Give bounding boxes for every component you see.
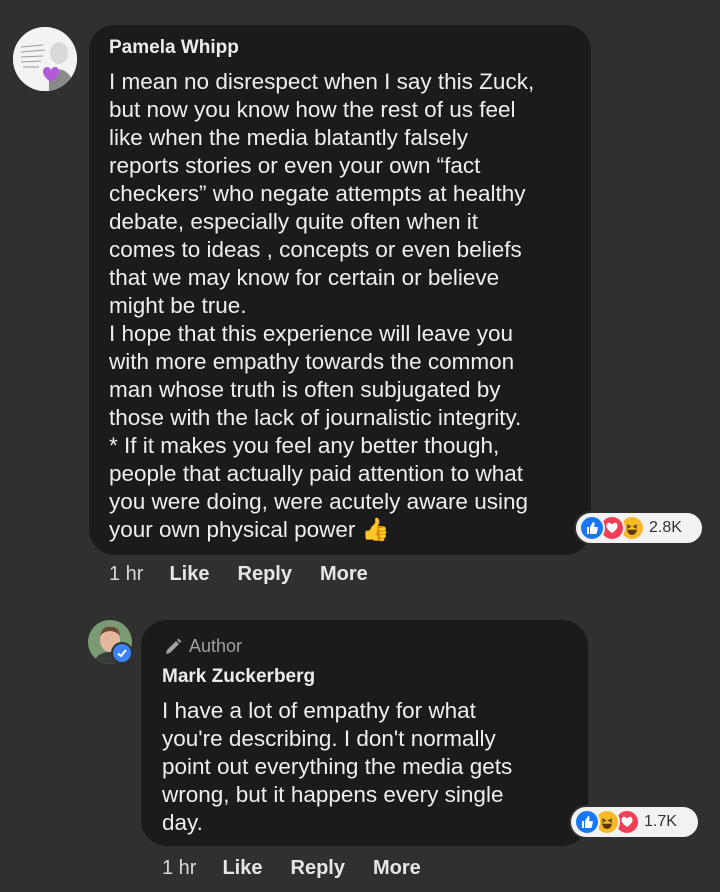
avatar-mark[interactable] <box>88 620 133 664</box>
reaction-summary[interactable]: 2.8K <box>574 511 704 545</box>
more-button[interactable]: More <box>320 563 368 586</box>
comment-actions: 1 hr Like Reply More <box>109 563 396 586</box>
comment-author-name[interactable]: Pamela Whipp <box>109 37 239 59</box>
like-reaction-icon <box>579 515 605 541</box>
pencil-icon <box>166 638 182 654</box>
comment-timestamp[interactable]: 1 hr <box>109 563 143 586</box>
reply-timestamp[interactable]: 1 hr <box>162 857 196 880</box>
avatar-pamela[interactable] <box>13 27 77 91</box>
reply-button[interactable]: Reply <box>291 857 345 880</box>
author-badge-label: Author <box>189 636 243 656</box>
like-button[interactable]: Like <box>169 563 209 586</box>
reaction-count: 1.7K <box>644 813 677 830</box>
verified-badge-icon <box>111 642 133 664</box>
reply-actions: 1 hr Like Reply More <box>162 857 449 880</box>
like-reaction-icon <box>574 809 600 835</box>
like-button[interactable]: Like <box>222 857 262 880</box>
avatar-pamela-image <box>13 27 77 91</box>
reply-text: I have a lot of empathy for what you're … <box>162 698 513 835</box>
thumbs-up-emoji: 👍 <box>361 517 390 542</box>
reply-author-name[interactable]: Mark Zuckerberg <box>162 666 315 688</box>
comment-text: I mean no disrespect when I say this Zuc… <box>109 68 579 544</box>
comment-body: I mean no disrespect when I say this Zuc… <box>109 69 535 542</box>
reply-button[interactable]: Reply <box>238 563 292 586</box>
more-button[interactable]: More <box>373 857 421 880</box>
author-badge: Author <box>163 636 242 657</box>
reply-reaction-summary[interactable]: 1.7K <box>569 805 700 839</box>
reaction-count: 2.8K <box>649 519 682 536</box>
